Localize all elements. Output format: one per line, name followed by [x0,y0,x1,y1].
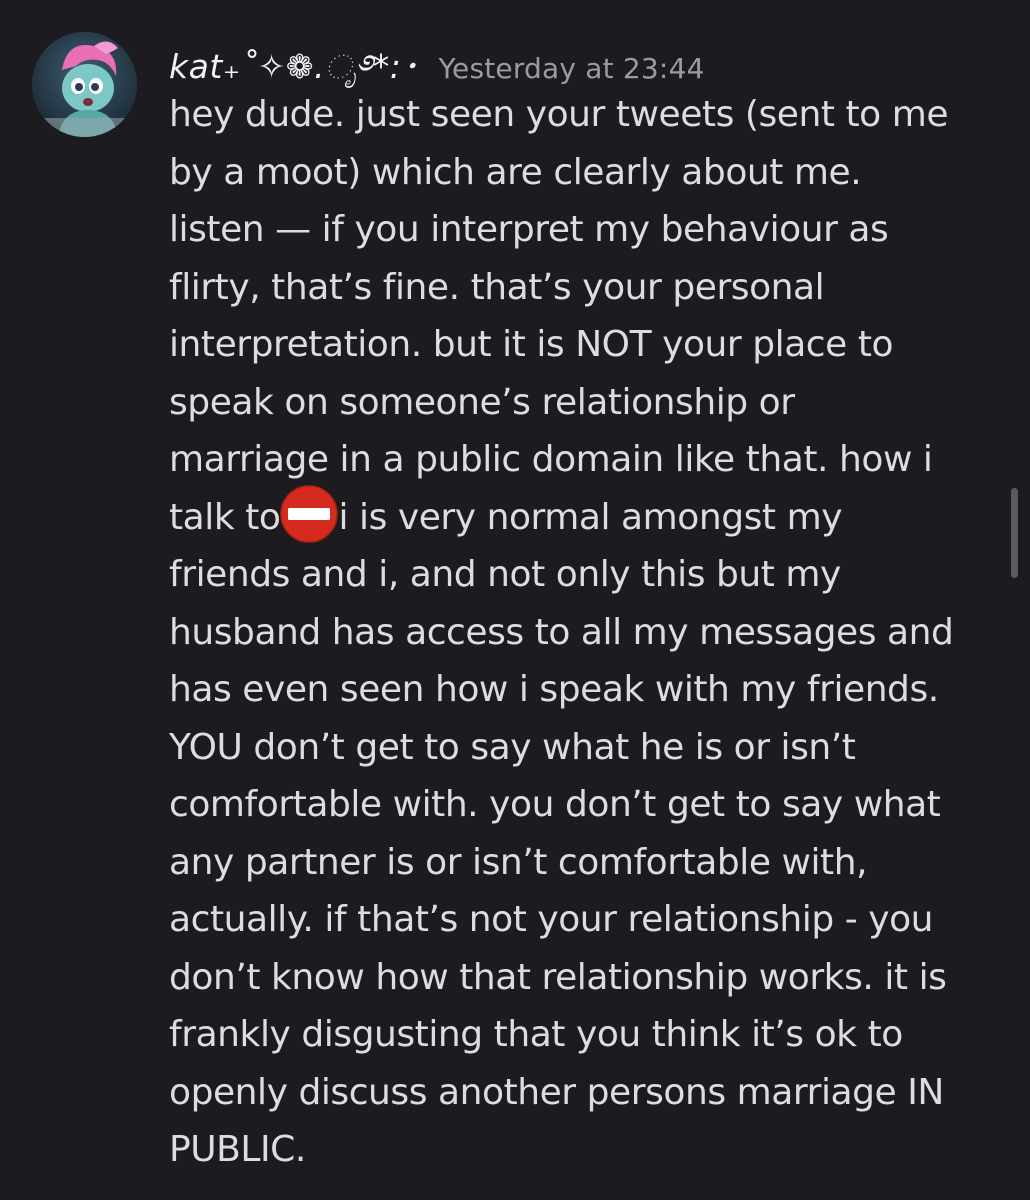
avatar-image [32,32,137,137]
message-line: frankly disgusting that you think it’s o… [169,1014,903,1055]
message-line: has even seen how i speak with my friend… [169,669,939,710]
chat-message: kat₊˚✧❁.ೃ࿔*:･ Yesterday at 23:44 hey dud… [0,0,1030,1200]
message-line: friends and i, and not only this but my [169,554,841,595]
message-line: husband has access to all my messages an… [169,611,954,653]
message-line: actually. if that’s not your relationshi… [169,899,934,940]
user-avatar[interactable] [32,32,137,137]
message-line: flirty, that’s fine. that’s your persona… [169,266,825,308]
message-line: don’t know how that relationship works. … [169,956,947,998]
message-line-redacted: talk to i is very normal amongst my [169,484,1009,547]
message-line: marriage in a public domain like that. h… [169,439,933,480]
message-line: PUBLIC. [169,1129,306,1170]
message-line: YOU don’t get to say what he is or isn’t [169,726,856,768]
message-header: kat₊˚✧❁.ೃ࿔*:･ Yesterday at 23:44 [169,30,705,86]
message-line: interpretation. but it is NOT your place… [169,324,894,365]
message-line: speak on someone’s relationship or [169,381,795,423]
message-line-end: i is very normal amongst my [338,496,843,538]
message-line: by a moot) which are clearly about me. [169,151,862,193]
scrollbar-thumb[interactable] [1011,488,1018,578]
message-line: hey dude. just seen your tweets (sent to… [169,94,949,135]
message-line: openly discuss another persons marriage … [169,1071,944,1113]
message-line-start: talk to [169,496,281,538]
message-content: hey dude. just seen your tweets (sent to… [169,86,1009,1179]
message-line: any partner is or isn’t comfortable with… [169,841,868,883]
message-line: listen — if you interpret my behaviour a… [169,209,889,250]
message-timestamp[interactable]: Yesterday at 23:44 [438,52,704,85]
message-line: comfortable with. you don’t get to say w… [169,784,941,825]
no-entry-icon [280,484,339,543]
